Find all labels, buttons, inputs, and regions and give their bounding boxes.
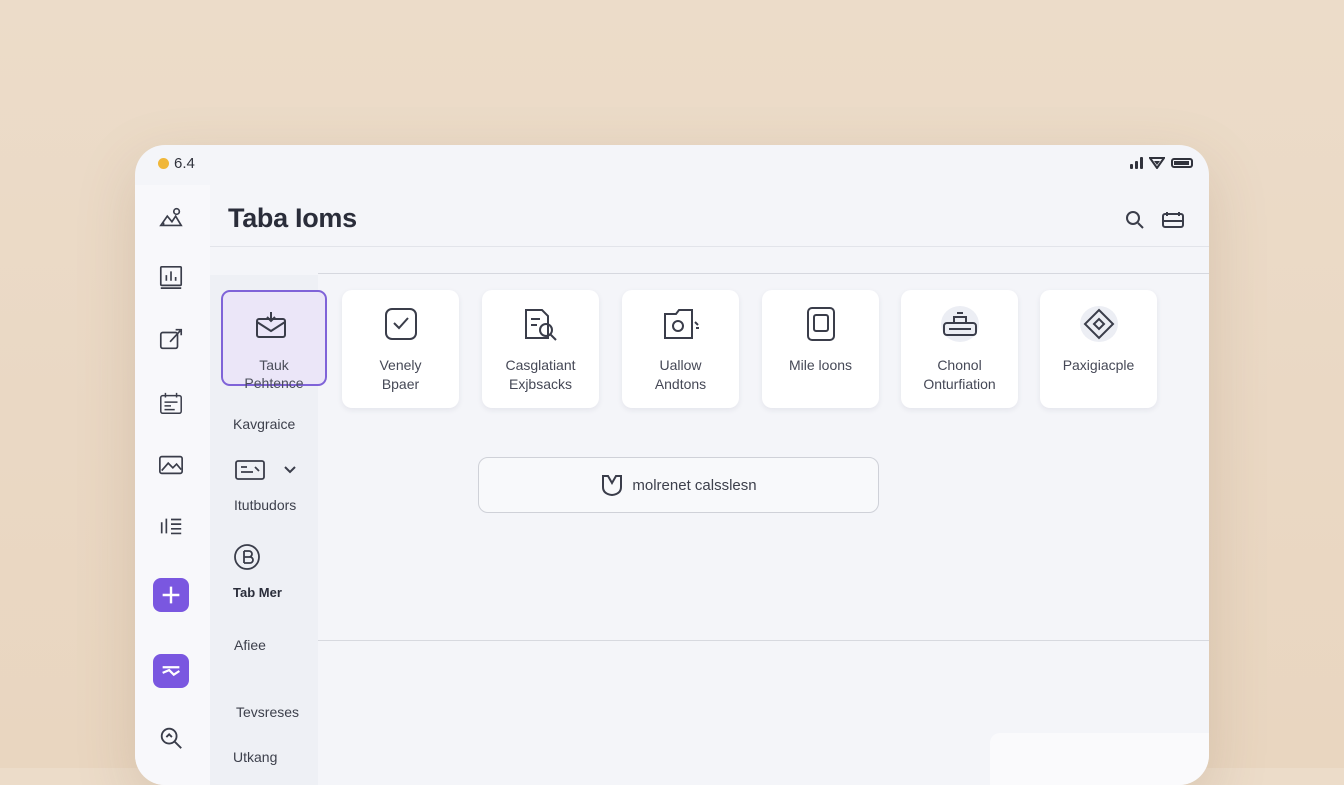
chart-icon[interactable]	[155, 261, 187, 293]
tile-label: Chonol Onturfiation	[905, 356, 1014, 394]
tile-label: Mile loons	[766, 356, 875, 375]
tray-button[interactable]	[1160, 207, 1186, 233]
signal-icon	[1130, 156, 1143, 169]
keyboard-icon	[941, 306, 979, 342]
side-item-tab-mer[interactable]: Tab Mer	[233, 585, 282, 600]
tile-label: Paxigiacple	[1044, 356, 1153, 375]
tile-chonol[interactable]: Chonol Onturfiation	[901, 290, 1018, 408]
calendar-icon[interactable]	[155, 388, 187, 420]
folder-tab-icon	[235, 460, 265, 480]
logo-icon[interactable]	[155, 202, 187, 234]
diamond-icon	[1080, 306, 1118, 342]
tile-mile-loons[interactable]: Mile loons	[762, 290, 879, 408]
toolbar-divider	[318, 273, 1209, 274]
tile-casglatiant[interactable]: Casglatiant Exjbsacks	[482, 290, 599, 408]
tile-line2: Onturfiation	[923, 376, 996, 392]
side-item-itutbudors[interactable]: Itutbudors	[234, 497, 296, 513]
bitcoin-icon[interactable]	[233, 543, 261, 576]
page-title: Taba Ioms	[228, 203, 357, 233]
side-item-tevsreses[interactable]: Tevsreses	[236, 704, 299, 720]
tile-line2: Andtons	[654, 376, 707, 392]
tile-label: Uallow Andtons	[626, 356, 735, 394]
shield-icon	[602, 475, 623, 497]
tile-line1: Chonol	[937, 357, 982, 373]
tile-paxigiacple[interactable]: Paxigiacple	[1040, 290, 1157, 408]
tablet-icon	[802, 306, 840, 342]
bottom-card	[990, 733, 1209, 785]
edit-icon[interactable]	[155, 323, 187, 355]
document-edit-icon	[522, 306, 560, 342]
tile-line2: Bpaer	[381, 376, 420, 392]
tile-label: Casglatiant Exjbsacks	[486, 356, 595, 394]
action-button-label: molrenet calsslesn	[632, 476, 757, 494]
side-item-dropdown[interactable]	[235, 459, 297, 481]
status-time: 6.4	[174, 155, 195, 172]
selected-card-line1: Tauk	[259, 357, 289, 373]
selected-side-card[interactable]: Tauk Pehtence	[221, 290, 327, 391]
battery-icon	[1171, 157, 1193, 168]
content-divider	[318, 640, 1209, 641]
search-button[interactable]	[1122, 207, 1148, 233]
primary-action-button[interactable]: molrenet calsslesn	[478, 457, 879, 513]
side-item-kavgraice[interactable]: Kavgraice	[233, 416, 295, 432]
tile-label: Venely Bpaer	[346, 356, 455, 394]
side-item-utkang[interactable]: Utkang	[233, 749, 277, 765]
chevron-down-icon	[284, 466, 296, 474]
tile-line1: Paxigiacple	[1062, 357, 1135, 373]
search-icon	[1126, 211, 1144, 229]
search-location-icon[interactable]	[155, 722, 187, 754]
tile-line1: Casglatiant	[505, 357, 576, 373]
icon-rail	[135, 185, 210, 785]
selected-card-line2: Pehtence	[244, 375, 304, 391]
tile-line1: Mile loons	[788, 357, 853, 373]
add-button[interactable]	[153, 578, 189, 612]
side-item-afiee[interactable]: Afiee	[234, 637, 266, 653]
tile-venely[interactable]: Venely Bpaer	[342, 290, 459, 408]
list-icon[interactable]	[155, 510, 187, 542]
status-bar: 6.4	[135, 145, 1209, 185]
tile-uallow[interactable]: Uallow Andtons	[622, 290, 739, 408]
folder-icon	[662, 306, 700, 342]
selected-card-label: Tauk Pehtence	[223, 356, 325, 392]
wifi-icon	[1149, 157, 1165, 169]
tile-line1: Venely	[379, 357, 422, 373]
status-dot	[158, 158, 169, 169]
status-icons	[1130, 156, 1193, 169]
header-divider	[210, 246, 1209, 247]
tile-line2: Exjbsacks	[508, 376, 573, 392]
app-window: 6.4 Taba Ioms Tauk Pehtence Kavgraice It…	[135, 145, 1209, 785]
check-square-icon	[382, 306, 420, 342]
tray-icon	[1162, 212, 1184, 228]
inbox-icon	[255, 310, 287, 340]
image-icon[interactable]	[155, 449, 187, 481]
tile-line1: Uallow	[659, 357, 702, 373]
filter-button[interactable]	[153, 654, 189, 688]
